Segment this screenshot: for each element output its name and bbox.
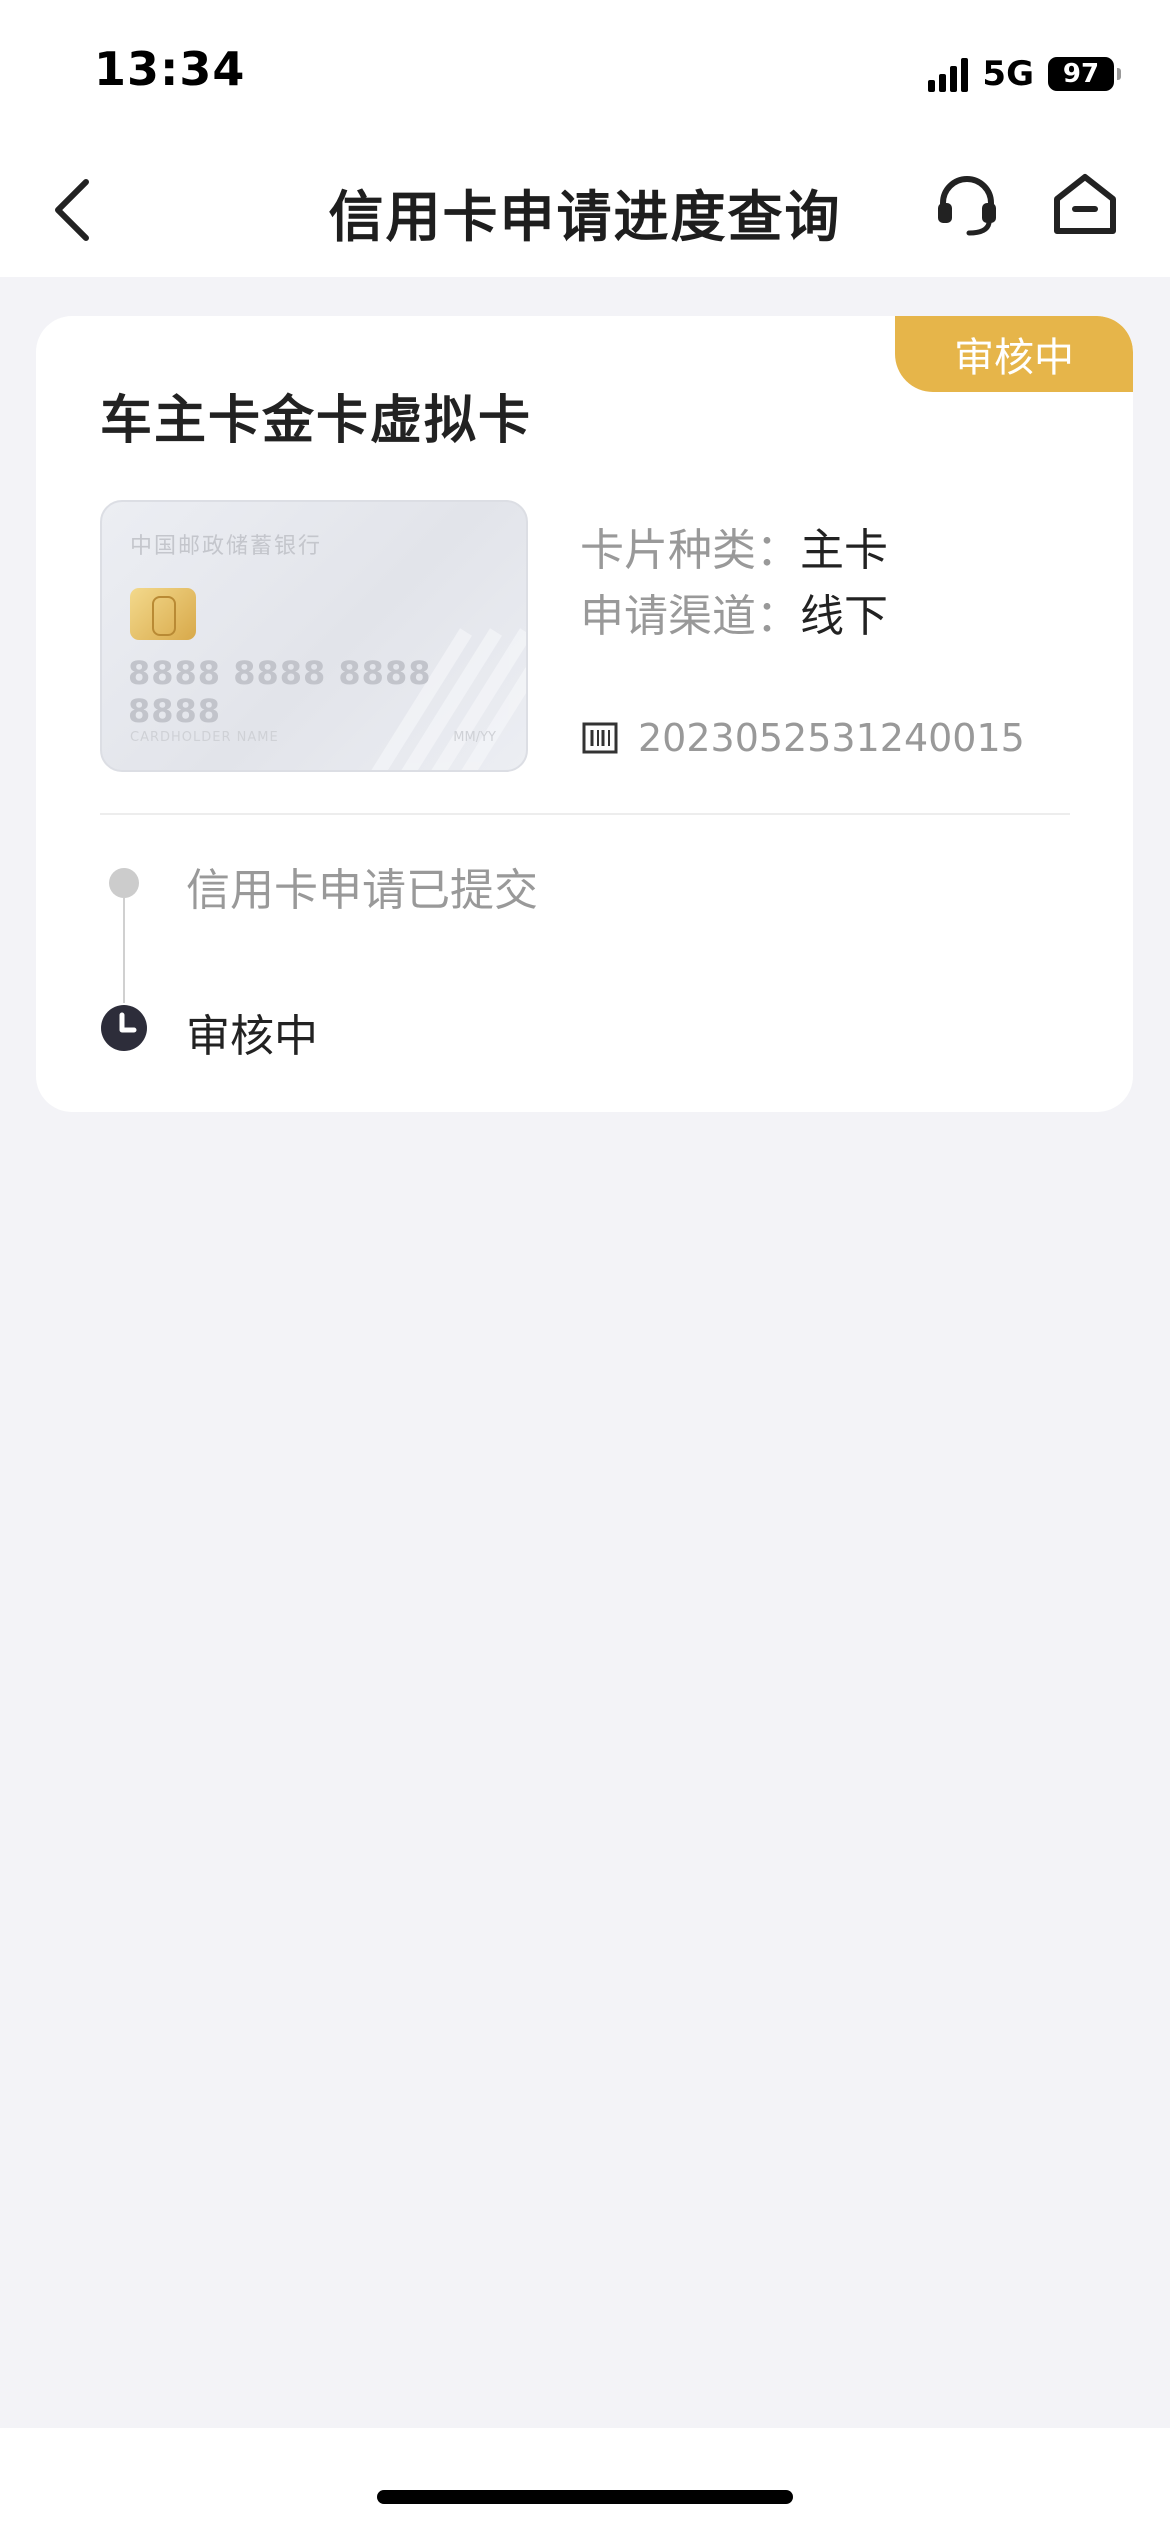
- home-indicator[interactable]: [377, 2490, 793, 2504]
- status-badge: 审核中: [895, 316, 1133, 392]
- card-number: 8888 8888 8888 8888: [128, 654, 432, 730]
- card-type-value: 主卡: [800, 525, 888, 576]
- home-icon: [1054, 174, 1116, 234]
- card-holder: CARDHOLDER NAME: [130, 730, 279, 745]
- status-indicators: 5G 97: [928, 52, 1121, 96]
- application-number: 2023052531240015: [638, 716, 1025, 760]
- card-product-name: 车主卡金卡虚拟卡: [100, 391, 533, 451]
- battery-icon: 97: [1048, 57, 1121, 91]
- clock-icon: [101, 1005, 147, 1051]
- customer-service-button[interactable]: [930, 168, 1004, 242]
- battery-level: 97: [1062, 59, 1100, 89]
- page-title: 信用卡申请进度查询: [328, 185, 842, 249]
- channel-value: 线下: [800, 591, 888, 642]
- application-number-row: 2023052531240015: [582, 716, 1025, 760]
- channel-row: 申请渠道：线下: [580, 580, 888, 644]
- status-time: 13:34: [94, 42, 246, 96]
- card-image: 中国邮政储蓄银行 8888 8888 8888 8888 CARDHOLDER …: [100, 500, 528, 772]
- channel-label: 申请渠道：: [580, 591, 800, 642]
- back-button[interactable]: [40, 168, 104, 252]
- card-type-row: 卡片种类：主卡: [580, 514, 888, 578]
- network-type: 5G: [982, 54, 1034, 94]
- barcode-icon: [582, 722, 618, 754]
- card-chip-icon: [130, 588, 196, 640]
- signal-icon: [928, 56, 969, 92]
- timeline-step-submitted: 信用卡申请已提交: [186, 865, 538, 916]
- bottom-bar: [0, 2428, 1170, 2532]
- card-bank-name: 中国邮政储蓄银行: [130, 534, 323, 559]
- divider: [100, 813, 1070, 815]
- card-type-label: 卡片种类：: [580, 525, 800, 576]
- card-expiry: MM/YY: [453, 730, 496, 745]
- timeline-connector: [123, 898, 125, 1003]
- chevron-left-icon: [55, 179, 89, 241]
- headset-icon: [938, 176, 996, 236]
- application-card[interactable]: 审核中 车主卡金卡虚拟卡 中国邮政储蓄银行 8888 8888 8888 888…: [36, 316, 1133, 1112]
- home-button[interactable]: [1048, 166, 1122, 240]
- timeline-dot-icon: [109, 868, 139, 898]
- timeline-step-reviewing: 审核中: [186, 1011, 318, 1062]
